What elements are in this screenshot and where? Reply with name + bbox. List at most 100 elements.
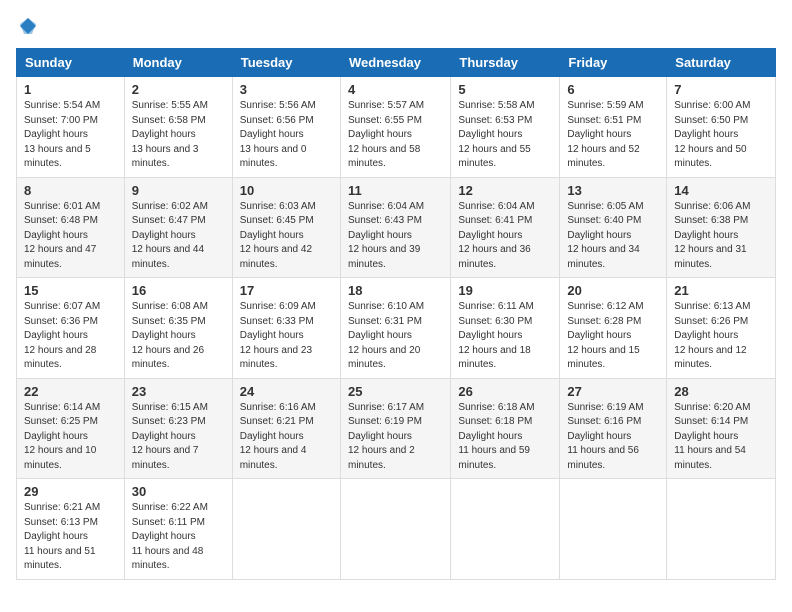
day-info: Sunrise: 6:18 AM Sunset: 6:18 PM Dayligh… [458,401,552,474]
day-info: Sunrise: 6:14 AM Sunset: 6:25 PM Dayligh… [24,401,117,474]
day-info: Sunrise: 6:07 AM Sunset: 6:36 PM Dayligh… [24,300,117,373]
day-number: 10 [240,183,333,198]
day-number: 22 [24,384,117,399]
calendar-cell: 20 Sunrise: 6:12 AM Sunset: 6:28 PM Dayl… [560,278,667,379]
calendar-cell: 12 Sunrise: 6:04 AM Sunset: 6:41 PM Dayl… [451,177,560,278]
day-number: 17 [240,283,333,298]
calendar-week-row: 15 Sunrise: 6:07 AM Sunset: 6:36 PM Dayl… [17,278,776,379]
day-number: 16 [132,283,225,298]
page-header [16,16,776,36]
day-number: 2 [132,82,225,97]
day-info: Sunrise: 6:12 AM Sunset: 6:28 PM Dayligh… [567,300,659,373]
day-info: Sunrise: 6:01 AM Sunset: 6:48 PM Dayligh… [24,200,117,273]
calendar-cell [451,479,560,580]
day-number: 4 [348,82,443,97]
day-number: 21 [674,283,768,298]
calendar-cell: 25 Sunrise: 6:17 AM Sunset: 6:19 PM Dayl… [340,378,450,479]
day-number: 3 [240,82,333,97]
day-info: Sunrise: 6:22 AM Sunset: 6:11 PM Dayligh… [132,501,225,574]
day-number: 12 [458,183,552,198]
day-info: Sunrise: 6:17 AM Sunset: 6:19 PM Dayligh… [348,401,443,474]
calendar-cell: 6 Sunrise: 5:59 AM Sunset: 6:51 PM Dayli… [560,77,667,178]
day-info: Sunrise: 6:13 AM Sunset: 6:26 PM Dayligh… [674,300,768,373]
weekday-header-saturday: Saturday [667,49,776,77]
calendar-cell: 21 Sunrise: 6:13 AM Sunset: 6:26 PM Dayl… [667,278,776,379]
day-number: 11 [348,183,443,198]
calendar-cell: 14 Sunrise: 6:06 AM Sunset: 6:38 PM Dayl… [667,177,776,278]
day-info: Sunrise: 6:03 AM Sunset: 6:45 PM Dayligh… [240,200,333,273]
day-info: Sunrise: 6:02 AM Sunset: 6:47 PM Dayligh… [132,200,225,273]
day-number: 15 [24,283,117,298]
day-number: 5 [458,82,552,97]
calendar-cell: 28 Sunrise: 6:20 AM Sunset: 6:14 PM Dayl… [667,378,776,479]
day-number: 6 [567,82,659,97]
calendar-cell: 16 Sunrise: 6:08 AM Sunset: 6:35 PM Dayl… [124,278,232,379]
day-info: Sunrise: 5:55 AM Sunset: 6:58 PM Dayligh… [132,99,225,172]
calendar-cell: 13 Sunrise: 6:05 AM Sunset: 6:40 PM Dayl… [560,177,667,278]
calendar-cell: 18 Sunrise: 6:10 AM Sunset: 6:31 PM Dayl… [340,278,450,379]
calendar-cell [667,479,776,580]
day-number: 26 [458,384,552,399]
day-number: 9 [132,183,225,198]
calendar-cell: 3 Sunrise: 5:56 AM Sunset: 6:56 PM Dayli… [232,77,340,178]
calendar-cell: 17 Sunrise: 6:09 AM Sunset: 6:33 PM Dayl… [232,278,340,379]
day-info: Sunrise: 6:00 AM Sunset: 6:50 PM Dayligh… [674,99,768,172]
calendar-cell: 26 Sunrise: 6:18 AM Sunset: 6:18 PM Dayl… [451,378,560,479]
calendar-cell: 30 Sunrise: 6:22 AM Sunset: 6:11 PM Dayl… [124,479,232,580]
day-info: Sunrise: 5:54 AM Sunset: 7:00 PM Dayligh… [24,99,117,172]
calendar-cell: 9 Sunrise: 6:02 AM Sunset: 6:47 PM Dayli… [124,177,232,278]
weekday-header-thursday: Thursday [451,49,560,77]
calendar-cell: 24 Sunrise: 6:16 AM Sunset: 6:21 PM Dayl… [232,378,340,479]
day-info: Sunrise: 6:16 AM Sunset: 6:21 PM Dayligh… [240,401,333,474]
day-number: 24 [240,384,333,399]
weekday-header-sunday: Sunday [17,49,125,77]
calendar-table: SundayMondayTuesdayWednesdayThursdayFrid… [16,48,776,580]
calendar-cell: 7 Sunrise: 6:00 AM Sunset: 6:50 PM Dayli… [667,77,776,178]
calendar-header-row: SundayMondayTuesdayWednesdayThursdayFrid… [17,49,776,77]
day-info: Sunrise: 5:59 AM Sunset: 6:51 PM Dayligh… [567,99,659,172]
day-number: 8 [24,183,117,198]
day-info: Sunrise: 6:04 AM Sunset: 6:43 PM Dayligh… [348,200,443,273]
logo-icon [18,16,38,36]
day-number: 20 [567,283,659,298]
calendar-week-row: 22 Sunrise: 6:14 AM Sunset: 6:25 PM Dayl… [17,378,776,479]
day-info: Sunrise: 6:11 AM Sunset: 6:30 PM Dayligh… [458,300,552,373]
weekday-header-tuesday: Tuesday [232,49,340,77]
calendar-cell: 27 Sunrise: 6:19 AM Sunset: 6:16 PM Dayl… [560,378,667,479]
day-number: 28 [674,384,768,399]
calendar-cell [560,479,667,580]
calendar-cell: 11 Sunrise: 6:04 AM Sunset: 6:43 PM Dayl… [340,177,450,278]
weekday-header-monday: Monday [124,49,232,77]
day-info: Sunrise: 5:56 AM Sunset: 6:56 PM Dayligh… [240,99,333,172]
day-number: 30 [132,484,225,499]
day-info: Sunrise: 6:05 AM Sunset: 6:40 PM Dayligh… [567,200,659,273]
day-number: 25 [348,384,443,399]
weekday-header-friday: Friday [560,49,667,77]
weekday-header-wednesday: Wednesday [340,49,450,77]
calendar-week-row: 1 Sunrise: 5:54 AM Sunset: 7:00 PM Dayli… [17,77,776,178]
calendar-cell: 10 Sunrise: 6:03 AM Sunset: 6:45 PM Dayl… [232,177,340,278]
calendar-cell: 15 Sunrise: 6:07 AM Sunset: 6:36 PM Dayl… [17,278,125,379]
day-number: 1 [24,82,117,97]
day-info: Sunrise: 6:21 AM Sunset: 6:13 PM Dayligh… [24,501,117,574]
day-number: 19 [458,283,552,298]
day-info: Sunrise: 6:06 AM Sunset: 6:38 PM Dayligh… [674,200,768,273]
calendar-cell: 23 Sunrise: 6:15 AM Sunset: 6:23 PM Dayl… [124,378,232,479]
day-info: Sunrise: 6:09 AM Sunset: 6:33 PM Dayligh… [240,300,333,373]
calendar-cell: 2 Sunrise: 5:55 AM Sunset: 6:58 PM Dayli… [124,77,232,178]
calendar-body: 1 Sunrise: 5:54 AM Sunset: 7:00 PM Dayli… [17,77,776,580]
calendar-cell: 5 Sunrise: 5:58 AM Sunset: 6:53 PM Dayli… [451,77,560,178]
day-info: Sunrise: 6:04 AM Sunset: 6:41 PM Dayligh… [458,200,552,273]
day-number: 23 [132,384,225,399]
day-info: Sunrise: 5:58 AM Sunset: 6:53 PM Dayligh… [458,99,552,172]
calendar-cell: 8 Sunrise: 6:01 AM Sunset: 6:48 PM Dayli… [17,177,125,278]
day-number: 7 [674,82,768,97]
day-number: 13 [567,183,659,198]
calendar-cell: 19 Sunrise: 6:11 AM Sunset: 6:30 PM Dayl… [451,278,560,379]
calendar-week-row: 29 Sunrise: 6:21 AM Sunset: 6:13 PM Dayl… [17,479,776,580]
day-info: Sunrise: 6:10 AM Sunset: 6:31 PM Dayligh… [348,300,443,373]
calendar-cell [340,479,450,580]
calendar-cell: 4 Sunrise: 5:57 AM Sunset: 6:55 PM Dayli… [340,77,450,178]
day-info: Sunrise: 6:20 AM Sunset: 6:14 PM Dayligh… [674,401,768,474]
logo [16,16,38,36]
